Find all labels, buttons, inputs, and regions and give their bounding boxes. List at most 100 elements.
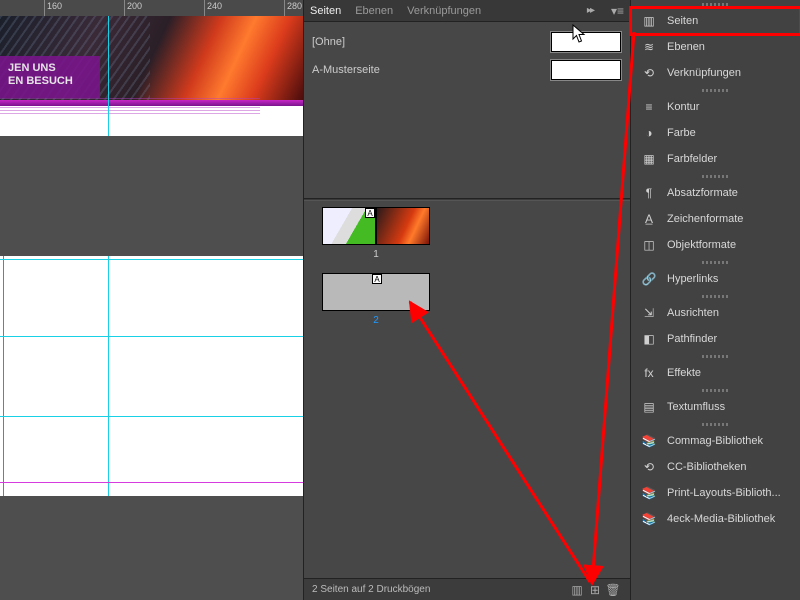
ruler-tick: 240 <box>204 0 222 16</box>
document-canvas[interactable]: JEN UNS EN BESUCH <box>0 16 303 600</box>
spread-1-caption: 1 <box>322 249 430 260</box>
dock-item-commag[interactable]: 📚Commag-Bibliothek <box>631 428 800 454</box>
dock-grip[interactable] <box>631 386 800 394</box>
dock-item-kontur[interactable]: ≡ Kontur <box>631 94 800 120</box>
dock-label: Pathfinder <box>667 333 717 345</box>
dock-grip[interactable] <box>631 292 800 300</box>
spread-1[interactable]: A 1 <box>322 207 430 260</box>
dock-item-ausrichten[interactable]: ⇲ Ausrichten <box>631 300 800 326</box>
kontur-icon: ≡ <box>641 99 657 115</box>
dock-item-objekt[interactable]: ◫ Objektformate <box>631 232 800 258</box>
panel-menu-icon[interactable]: ▾≡ <box>611 4 624 18</box>
dock-label: Hyperlinks <box>667 273 718 285</box>
dock-item-textumfluss[interactable]: ▤ Textumfluss <box>631 394 800 420</box>
tab-ebenen[interactable]: Ebenen <box>355 5 393 17</box>
dock-label: Ausrichten <box>667 307 719 319</box>
page-1[interactable]: JEN UNS EN BESUCH <box>0 16 303 136</box>
master-a-thumb[interactable] <box>550 59 622 81</box>
guide-horizontal[interactable] <box>0 416 303 417</box>
pages-thumbnails[interactable]: A 1 A 2 <box>304 201 630 578</box>
page-2[interactable] <box>0 256 303 496</box>
dock-label: Farbe <box>667 127 696 139</box>
callout-line1: JEN UNS <box>8 62 56 74</box>
dock-item-seiten[interactable]: ▥ Seiten <box>631 8 800 34</box>
dock-item-ebenen[interactable]: ≋Ebenen <box>631 34 800 60</box>
ebenen-icon: ≋ <box>641 39 657 55</box>
dock-grip[interactable] <box>631 420 800 428</box>
dock-item-verkn[interactable]: ⟲ Verknüpfungen <box>631 60 800 86</box>
4eck-icon: 📚 <box>641 511 657 527</box>
ruler-tick: 280 <box>284 0 302 16</box>
dock-grip[interactable] <box>631 86 800 94</box>
master-row-none[interactable]: [Ohne] <box>312 28 622 56</box>
dock-grip[interactable] <box>631 352 800 360</box>
master-a-label: A-Musterseite <box>312 64 380 76</box>
dock-grip[interactable] <box>631 0 800 8</box>
seiten-icon: ▥ <box>641 13 657 29</box>
dock-label: Effekte <box>667 367 701 379</box>
ausrichten-icon: ⇲ <box>641 305 657 321</box>
master-none-label: [Ohne] <box>312 36 345 48</box>
dock-label: Kontur <box>667 101 699 113</box>
ruler-horizontal[interactable]: 160 200 240 280 <box>0 0 303 16</box>
dock-label: Zeichenformate <box>667 213 743 225</box>
dock-item-print[interactable]: 📚Print-Layouts-Biblioth... <box>631 480 800 506</box>
absatz-icon: ¶ <box>641 185 657 201</box>
dock-grip[interactable] <box>631 258 800 266</box>
pages-count-label: 2 Seiten auf 2 Druckbögen <box>312 584 568 595</box>
dock-item-zeichen[interactable]: A̲Zeichenformate <box>631 206 800 232</box>
objekt-icon: ◫ <box>641 237 657 253</box>
page-options-icon[interactable]: ▥ <box>568 583 586 597</box>
dock-grip[interactable] <box>631 172 800 180</box>
page-thumb-1l[interactable]: A <box>322 207 376 245</box>
pasteboard-gap <box>0 152 303 252</box>
spread-2-caption: 2 <box>322 315 430 326</box>
dock-label: Absatzformate <box>667 187 738 199</box>
tab-verknuepfungen[interactable]: Verknüpfungen <box>407 5 481 17</box>
new-page-icon[interactable]: ⊞ <box>586 583 604 597</box>
dock-label: Textumfluss <box>667 401 725 413</box>
dock-item-farbe[interactable]: ◑Farbe <box>631 120 800 146</box>
print-icon: 📚 <box>641 485 657 501</box>
master-tag-icon: A <box>372 274 382 284</box>
textumfluss-icon: ▤ <box>641 399 657 415</box>
effekte-icon: fx <box>641 365 657 381</box>
guide-horizontal[interactable] <box>0 336 303 337</box>
dock-label: Verknüpfungen <box>667 67 741 79</box>
right-dock: ▥ Seiten ≋Ebenen ⟲ Verknüpfungen ≡ Kontur ◑Farb… <box>630 0 800 600</box>
master-row-a[interactable]: A-Musterseite <box>312 56 622 84</box>
farbfelder-icon: ▦ <box>641 151 657 167</box>
page-thumb-1r[interactable] <box>376 207 430 245</box>
cc-icon: ⟲ <box>641 459 657 475</box>
commag-icon: 📚 <box>641 433 657 449</box>
spread-2[interactable]: A 2 <box>322 273 430 326</box>
master-none-thumb[interactable] <box>550 31 622 53</box>
pages-panel: Seiten Ebenen Verknüpfungen ▸▸ ▾≡ [Ohne]… <box>303 0 630 600</box>
panel-tab-bar: Seiten Ebenen Verknüpfungen ▸▸ ▾≡ <box>304 0 630 22</box>
margin-guide[interactable] <box>0 482 303 483</box>
collapse-icon[interactable]: ▸▸ <box>587 5 593 16</box>
accent-bar <box>0 100 303 106</box>
dock-item-cc[interactable]: ⟲CC-Bibliotheken <box>631 454 800 480</box>
verkn-icon: ⟲ <box>641 65 657 81</box>
callout-box[interactable]: JEN UNS EN BESUCH <box>0 56 100 98</box>
dock-item-hyper[interactable]: 🔗Hyperlinks <box>631 266 800 292</box>
dock-label: Seiten <box>667 15 698 27</box>
master-pages-section: [Ohne] A-Musterseite <box>304 22 630 88</box>
page-thumb-2[interactable]: A <box>322 273 430 311</box>
margin-guide[interactable] <box>3 256 4 496</box>
guide-vertical[interactable] <box>108 16 109 136</box>
tab-seiten[interactable]: Seiten <box>310 5 341 17</box>
dock-item-effekte[interactable]: fx Effekte <box>631 360 800 386</box>
margin-guide[interactable] <box>0 259 303 260</box>
callout-line2: EN BESUCH <box>8 75 73 87</box>
guide-vertical[interactable] <box>108 256 109 496</box>
trash-icon[interactable]: 🗑 <box>604 583 622 597</box>
dock-label: 4eck-Media-Bibliothek <box>667 513 775 525</box>
dock-item-absatz[interactable]: ¶ Absatzformate <box>631 180 800 206</box>
dock-item-pathfinder[interactable]: ◧Pathfinder <box>631 326 800 352</box>
dock-item-4eck[interactable]: 📚 4eck-Media-Bibliothek <box>631 506 800 532</box>
dock-item-farbfelder[interactable]: ▦Farbfelder <box>631 146 800 172</box>
ruler-tick: 200 <box>124 0 142 16</box>
dock-label: Objektformate <box>667 239 736 251</box>
